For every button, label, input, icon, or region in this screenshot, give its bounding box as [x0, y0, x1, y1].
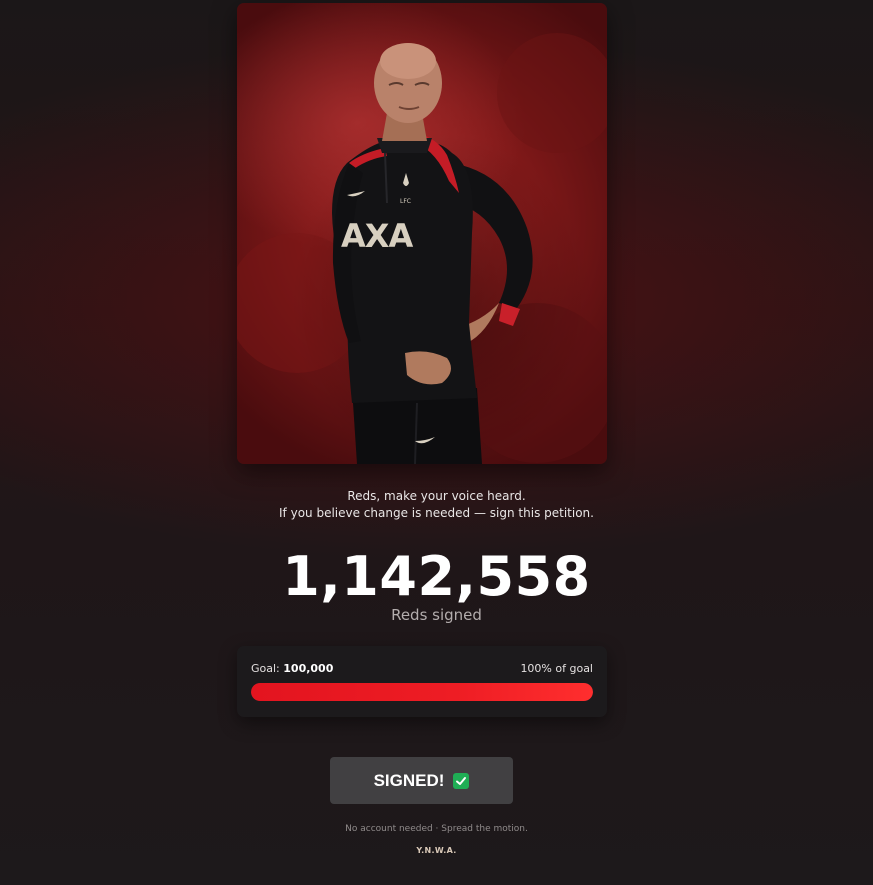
signature-count-label: Reds signed: [391, 606, 482, 624]
signature-count: 1,142,558: [282, 545, 591, 608]
goal-card: Goal: 100,000 100% of goal: [237, 646, 607, 717]
petition-intro: Reds, make your voice heard. If you beli…: [0, 488, 873, 522]
goal-prefix: Goal:: [251, 662, 280, 675]
signed-button[interactable]: SIGNED!: [330, 757, 513, 804]
check-mark-icon: [453, 772, 470, 789]
goal-percent: 100% of goal: [520, 662, 593, 675]
goal-text: Goal: 100,000: [251, 662, 333, 675]
goal-value: 100,000: [283, 662, 334, 675]
intro-line-1: Reds, make your voice heard.: [347, 489, 526, 503]
hero-photo: LFC AXA: [237, 3, 607, 464]
footer-note: No account needed · Spread the motion.: [345, 824, 528, 834]
progress-bar: [251, 683, 593, 701]
intro-line-2: If you believe change is needed — sign t…: [279, 506, 594, 520]
manager-portrait-illustration: LFC AXA: [237, 33, 607, 464]
progress-bar-fill: [251, 683, 593, 701]
shirt-sponsor: AXA: [341, 217, 413, 255]
signed-button-label: SIGNED!: [373, 770, 445, 790]
crest-text: LFC: [400, 198, 411, 205]
footer-motto: Y.N.W.A.: [416, 846, 457, 855]
